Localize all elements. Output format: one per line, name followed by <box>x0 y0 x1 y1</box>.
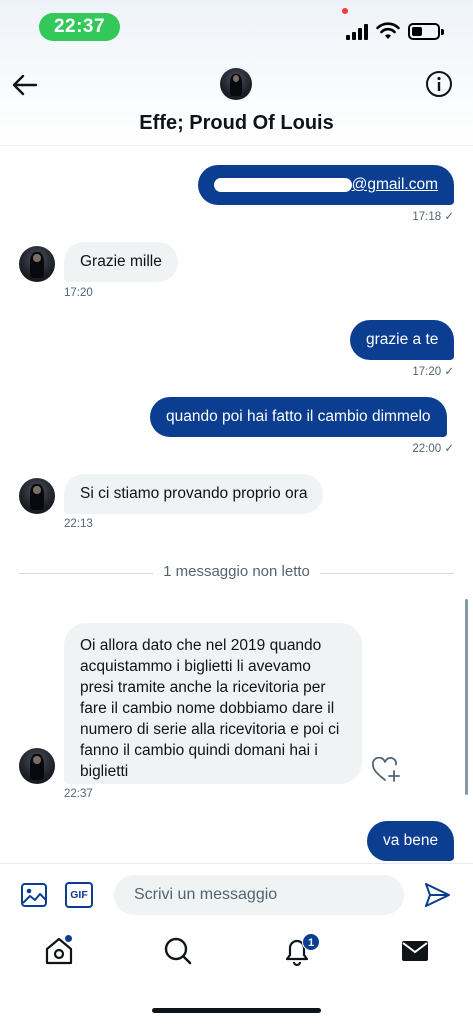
new-content-dot <box>65 935 72 942</box>
message-line: presi tramite anche la ricevitoria per <box>80 679 326 696</box>
outgoing-message[interactable]: @gmail.com <box>198 165 454 205</box>
message-timestamp: 17:18 ✓ <box>412 211 454 223</box>
message-input[interactable] <box>114 875 404 915</box>
conversation-title[interactable]: Effe; Proud Of Louis <box>0 112 473 135</box>
outgoing-message[interactable]: quando poi hai fatto il cambio dimmelo <box>150 397 447 437</box>
message-timestamp: 22:37 <box>64 788 93 800</box>
mail-icon[interactable] <box>399 935 431 967</box>
unread-divider: 1 messaggio non letto <box>19 563 454 583</box>
gif-button[interactable]: GIF <box>65 882 93 908</box>
send-icon[interactable] <box>423 881 451 909</box>
conversation-header: Effe; Proud Of Louis <box>0 56 473 146</box>
message-timestamp: 17:20 <box>64 287 93 299</box>
message-timestamp: 22:00 ✓ <box>412 443 454 455</box>
sender-avatar[interactable] <box>19 748 55 784</box>
info-circle-icon[interactable] <box>425 70 453 98</box>
incoming-message[interactable]: Si ci stiamo provando proprio ora <box>64 474 324 514</box>
message-timestamp: 22:13 <box>64 518 93 530</box>
battery-icon <box>408 23 444 40</box>
recording-indicator <box>342 8 348 14</box>
sender-avatar[interactable] <box>19 246 55 282</box>
status-bar: 22:37 <box>0 0 473 56</box>
wifi-icon <box>376 22 400 39</box>
redacted-email-mark <box>214 178 352 192</box>
message-composer: GIF <box>0 863 473 923</box>
message-line: fanno il cambio quindi domani hai i <box>80 742 318 759</box>
email-link[interactable]: @gmail.com <box>352 176 438 194</box>
message-timestamp: 17:20 ✓ <box>412 366 454 378</box>
search-icon[interactable] <box>162 935 194 967</box>
home-indicator[interactable] <box>152 1008 321 1013</box>
image-icon[interactable] <box>20 881 48 909</box>
message-line: numero di serie alla ricevitoria e poi c… <box>80 721 340 738</box>
message-list[interactable]: @gmail.com 17:18 ✓ Grazie mille 17:20 gr… <box>0 147 473 863</box>
status-time[interactable]: 22:37 <box>39 13 120 41</box>
message-line: acquistammo i biglietti li avevamo <box>80 658 311 675</box>
heart-plus-icon[interactable] <box>371 757 401 783</box>
notifications-badge: 1 <box>302 933 320 951</box>
outgoing-message[interactable]: grazie a te <box>350 320 455 360</box>
cellular-signal-icon <box>346 24 368 40</box>
message-line: fare il cambio nome dobbiamo dare il <box>80 700 335 717</box>
scrollbar[interactable] <box>465 599 468 795</box>
unread-divider-label: 1 messaggio non letto <box>153 563 320 580</box>
incoming-message[interactable]: Grazie mille <box>64 242 178 282</box>
contact-avatar[interactable] <box>220 68 252 100</box>
message-line: biglietti <box>80 763 129 780</box>
back-arrow-icon[interactable] <box>10 72 40 98</box>
message-line: Oi allora dato che nel 2019 quando <box>80 637 322 654</box>
sender-avatar[interactable] <box>19 478 55 514</box>
incoming-message[interactable]: Oi allora dato che nel 2019 quando acqui… <box>64 623 362 784</box>
outgoing-message[interactable]: va bene <box>367 821 455 861</box>
